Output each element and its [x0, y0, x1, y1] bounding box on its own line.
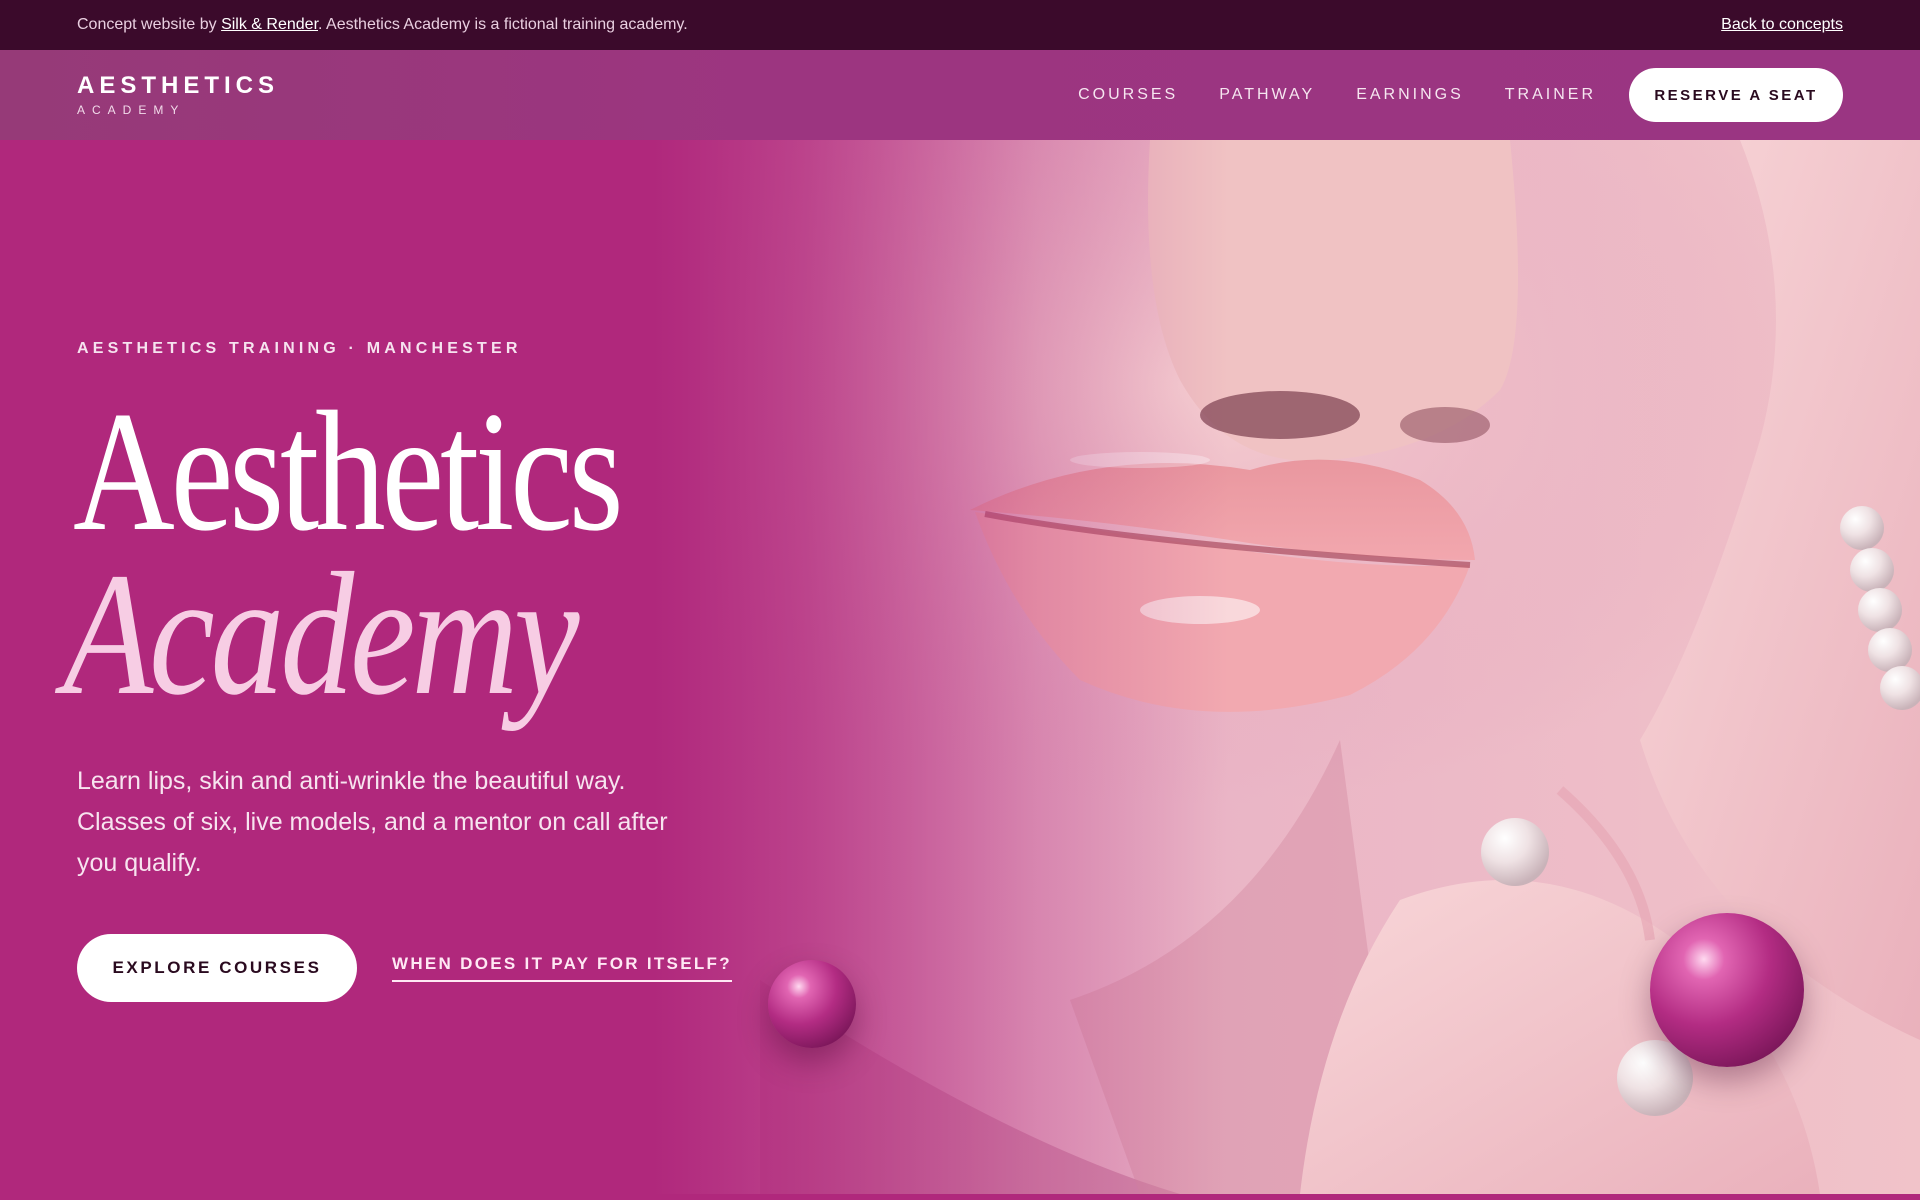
nav-courses[interactable]: COURSES: [1078, 86, 1178, 104]
concept-text-suffix: . Aesthetics Academy is a fictional trai…: [318, 16, 688, 33]
hero-cta-row: EXPLORE COURSES WHEN DOES IT PAY FOR ITS…: [77, 934, 777, 1003]
logo-wordmark: AESTHETICS: [77, 72, 280, 99]
hero-eyebrow: AESTHETICS TRAINING · MANCHESTER: [77, 340, 522, 357]
pay-for-itself-link[interactable]: WHEN DOES IT PAY FOR ITSELF?: [392, 954, 732, 983]
logo[interactable]: AESTHETICS ACADEMY: [77, 72, 280, 117]
nav-trainer[interactable]: TRAINER: [1505, 86, 1596, 104]
explore-courses-button[interactable]: EXPLORE COURSES: [77, 934, 357, 1003]
hero-content: AESTHETICS TRAINING · MANCHESTER Aesthet…: [63, 340, 777, 1003]
silk-render-link[interactable]: Silk & Render: [221, 16, 318, 33]
concept-banner: Concept website by Silk & Render. Aesthe…: [0, 0, 1920, 50]
logo-subtitle: ACADEMY: [77, 103, 186, 117]
concept-banner-text: Concept website by Silk & Render. Aesthe…: [77, 16, 688, 34]
concept-text-prefix: Concept website by: [77, 16, 222, 33]
decorative-sphere-small: [768, 960, 856, 1048]
reserve-seat-button[interactable]: RESERVE A SEAT: [1629, 68, 1843, 122]
hero-section: AESTHETICS TRAINING · MANCHESTER Aesthet…: [0, 140, 1920, 1194]
hero-headline: Aesthetics Academy: [63, 386, 777, 722]
nav-pathway[interactable]: PATHWAY: [1219, 86, 1315, 104]
main-nav: COURSES PATHWAY EARNINGS TRAINER RESERVE…: [1078, 68, 1843, 122]
headline-line-1: Aesthetics: [73, 377, 624, 567]
hero-lead-text: Learn lips, skin and anti-wrinkle the be…: [77, 767, 668, 878]
nav-earnings[interactable]: EARNINGS: [1356, 86, 1464, 104]
headline-line-2: Academy: [63, 536, 580, 732]
site-header: AESTHETICS ACADEMY COURSES PATHWAY EARNI…: [0, 50, 1920, 140]
back-to-concepts-link[interactable]: Back to concepts: [1721, 16, 1843, 34]
decorative-sphere-large: [1650, 913, 1804, 1067]
